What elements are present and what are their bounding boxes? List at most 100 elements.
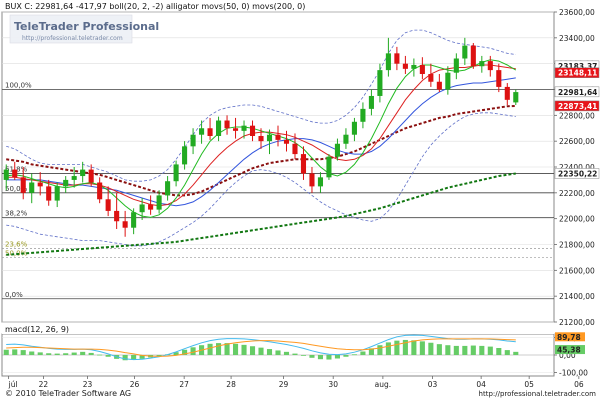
macd-bar [46, 353, 52, 355]
candle-body [479, 61, 485, 67]
macd-bar [283, 351, 290, 355]
price-tag-label: 22981,64 [558, 88, 597, 97]
candle-body [37, 182, 43, 187]
macd-bar [445, 345, 451, 355]
candle-body [105, 199, 111, 211]
footer-url: http://professional.teletrader.com [479, 390, 597, 398]
macd-bar [496, 348, 502, 355]
x-tick-label: 03 [428, 380, 438, 389]
macd-bar [487, 346, 493, 355]
macd-bar [436, 344, 442, 355]
candle-body [411, 64, 417, 69]
x-tick-label: 27 [179, 380, 189, 389]
candle-body [97, 182, 103, 200]
macd-header-bar [2, 324, 554, 334]
candle-body [453, 58, 459, 73]
macd-tag-label: 89,78 [557, 333, 581, 342]
candle-body [385, 53, 391, 71]
price-tag-label: 22350,22 [558, 169, 597, 178]
candle-body [292, 143, 298, 155]
macd-bar [317, 355, 324, 360]
candle-body [283, 139, 290, 144]
candle-body [300, 154, 307, 174]
y-tick-label: 21600,00 [559, 266, 595, 275]
macd-bar [63, 353, 69, 355]
candle-body [334, 143, 340, 157]
candle-body [122, 221, 128, 228]
x-tick-label: 06 [574, 380, 584, 389]
candle-body [63, 179, 69, 187]
candle-body [3, 169, 9, 180]
macd-bar [411, 340, 417, 355]
macd-title: macd(12, 26, 9) [5, 325, 69, 334]
macd-bar [343, 355, 349, 357]
candle-body [275, 134, 281, 140]
macd-bar [207, 343, 213, 355]
macd-bar [513, 351, 519, 355]
candle-body [258, 136, 264, 142]
candle-body [173, 164, 179, 182]
candle-body [368, 95, 374, 109]
y-tick-label: 22200,00 [559, 189, 595, 198]
candle-body [360, 108, 366, 122]
candle-body [88, 169, 94, 183]
candle-body [513, 92, 519, 103]
y-tick-label: 23600,00 [559, 8, 595, 17]
candle-body [139, 204, 145, 213]
macd-bar [232, 343, 239, 355]
candle-body [377, 70, 383, 96]
candle-body [207, 128, 213, 136]
macd-bar [479, 345, 485, 355]
x-tick-label: 04 [476, 380, 486, 389]
macd-bar [419, 341, 425, 355]
price-tag-label: 22873,41 [558, 102, 597, 111]
y-tick-label: 21200,00 [559, 318, 595, 327]
macd-bar [470, 345, 476, 355]
macd-bar [504, 350, 510, 355]
candle-body [29, 182, 35, 193]
macd-bar [326, 355, 332, 360]
chart-root: BUX C: 22981,64 -417,97 boll(20, 2, -2) … [0, 0, 600, 400]
x-tick-label: 28 [226, 380, 236, 389]
candle-body [428, 74, 434, 82]
logo-title: TeleTrader Professional [14, 20, 159, 33]
candle-body [80, 169, 86, 177]
candle-body [46, 186, 52, 201]
x-tick-label: júl [8, 380, 18, 389]
logo-url: http://professional.teletrader.com [22, 35, 123, 42]
candle-body [54, 186, 60, 201]
fib-label: 0,0% [5, 291, 23, 299]
macd-bar [97, 354, 103, 356]
candle-body [317, 177, 324, 187]
candle-body [351, 121, 357, 135]
footer-copyright: © 2010 TeleTrader Software AG [5, 389, 131, 398]
fib-label: 23,6% [5, 240, 28, 248]
macd-bar [394, 340, 400, 355]
candle-body [343, 134, 349, 144]
x-tick-label: 30 [328, 380, 338, 389]
macd-bar [377, 345, 383, 355]
candle-body [487, 61, 493, 71]
fib-label: 38,2% [5, 209, 28, 217]
candle-body [249, 125, 256, 136]
y-tick-label: 21800,00 [559, 241, 595, 250]
macd-bar [275, 350, 281, 355]
macd-bar [249, 346, 256, 355]
macd-bar [385, 342, 391, 355]
macd-bar [20, 350, 26, 355]
price-tag-label: 23148,11 [558, 69, 597, 78]
y-tick-label: 22000,00 [559, 215, 595, 224]
chart-header: BUX C: 22981,64 -417,97 boll(20, 2, -2) … [5, 2, 305, 11]
macd-bar [258, 347, 264, 355]
candle-body [394, 53, 400, 64]
candle-body [165, 181, 171, 196]
macd-bar [292, 353, 298, 355]
y-tick-label: 23400,00 [559, 34, 595, 43]
x-tick-label: 05 [524, 380, 534, 389]
candle-body [496, 70, 502, 87]
macd-bar [80, 351, 86, 355]
candle-body [436, 81, 442, 90]
macd-bar [428, 342, 434, 355]
candle-body [470, 45, 476, 67]
y-tick-label: 21400,00 [559, 292, 595, 301]
